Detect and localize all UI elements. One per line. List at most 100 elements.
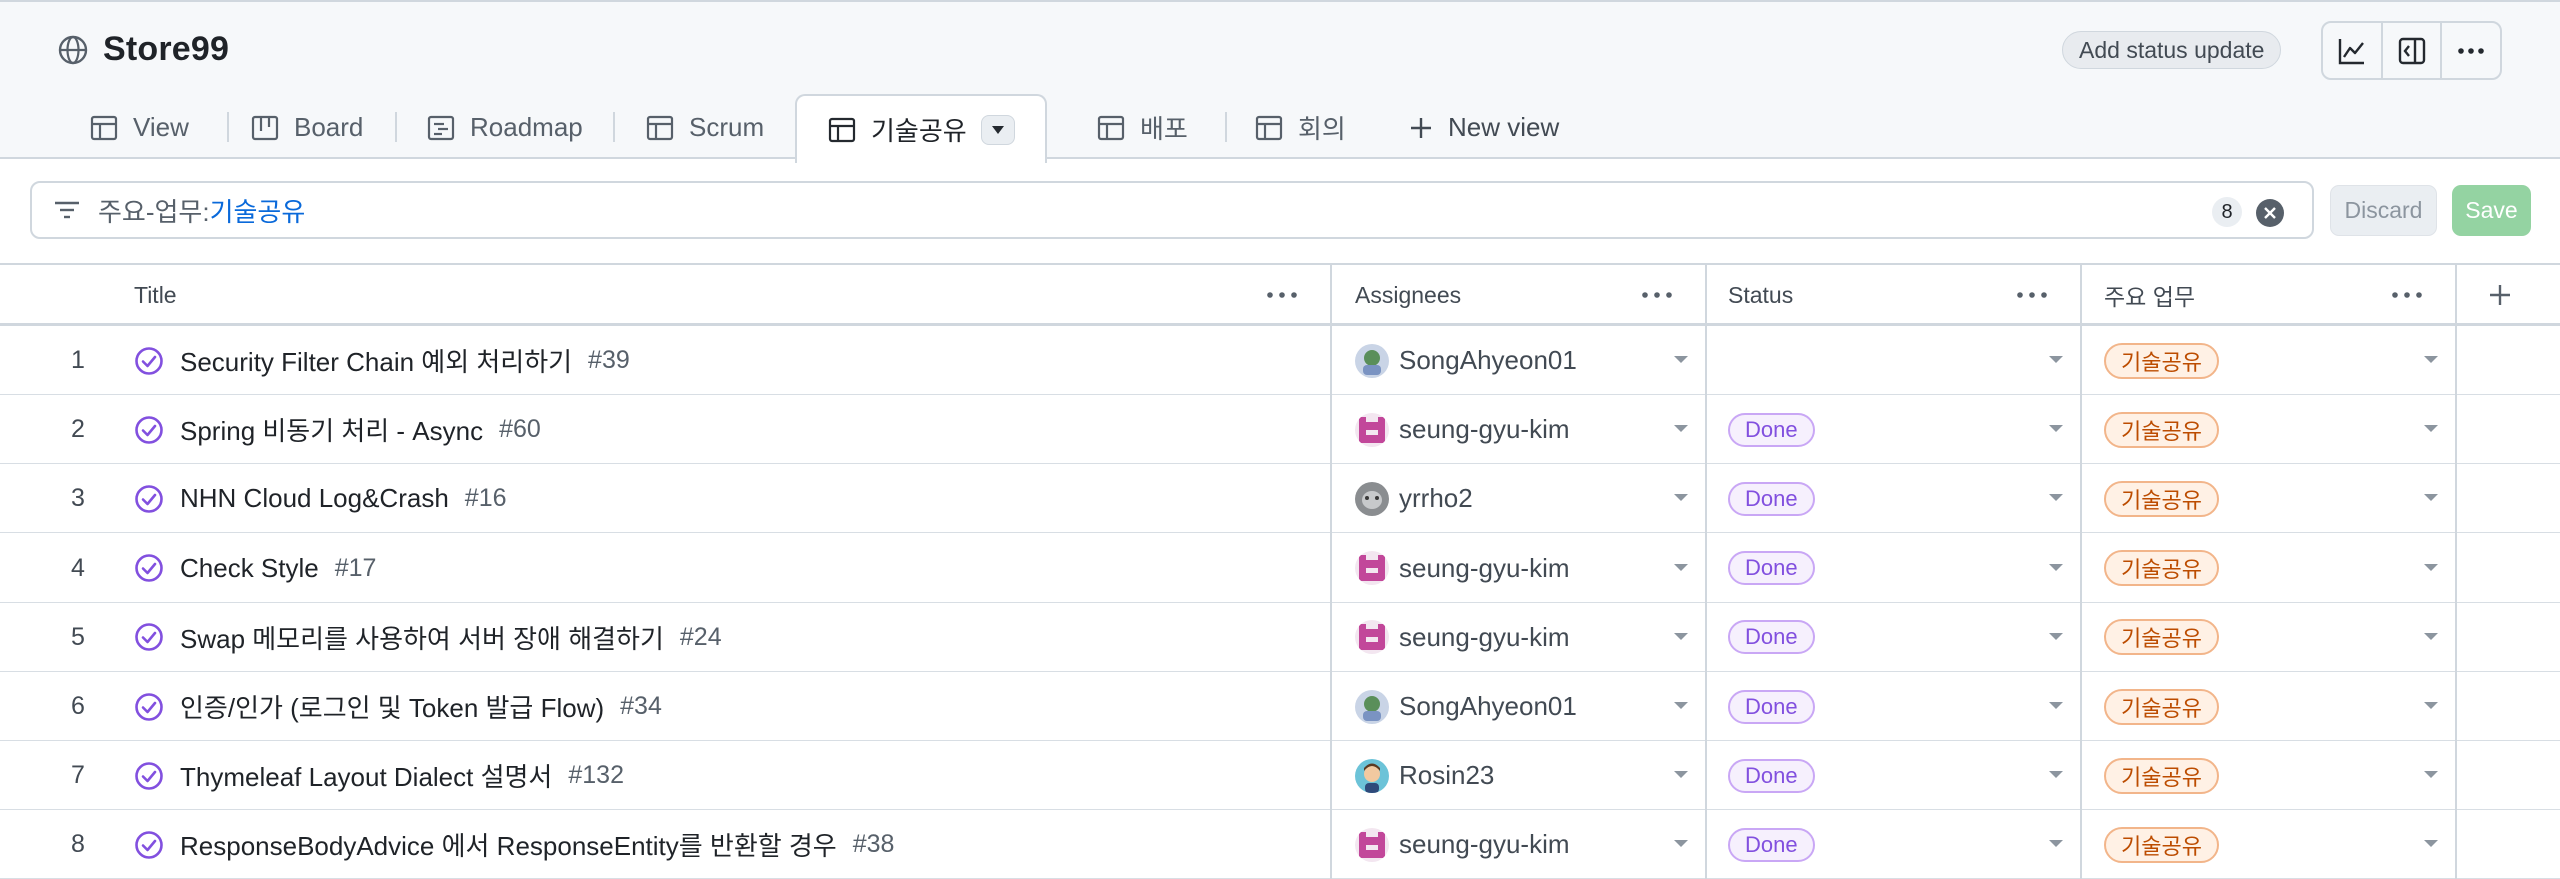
table-row[interactable]: 1 Security Filter Chain 예외 처리하기 #39 Song… bbox=[0, 326, 2560, 395]
project-title[interactable]: Store99 bbox=[103, 30, 229, 69]
main-work-cell[interactable]: 기술공유 bbox=[2104, 741, 2219, 810]
assignee-dropdown-icon[interactable] bbox=[1674, 702, 1688, 709]
issue-title[interactable]: NHN Cloud Log&Crash bbox=[180, 483, 449, 514]
main-work-dropdown-icon[interactable] bbox=[2424, 702, 2438, 709]
issue-title[interactable]: Security Filter Chain 예외 처리하기 bbox=[180, 342, 572, 379]
main-work-cell[interactable]: 기술공유 bbox=[2104, 464, 2219, 533]
main-work-dropdown-icon[interactable] bbox=[2424, 563, 2438, 571]
column-menu-status[interactable] bbox=[2015, 265, 2049, 325]
main-work-dropdown-icon[interactable] bbox=[2424, 632, 2438, 640]
status-dropdown-icon[interactable] bbox=[2049, 494, 2063, 502]
column-menu-assignees[interactable] bbox=[1640, 265, 1674, 325]
status-dropdown-icon[interactable] bbox=[2049, 356, 2063, 363]
main-work-cell[interactable]: 기술공유 bbox=[2104, 672, 2219, 741]
clear-filter-button[interactable] bbox=[2256, 199, 2284, 227]
assignee-dropdown-icon[interactable] bbox=[1674, 563, 1688, 571]
tab-meeting[interactable]: 회의 bbox=[1254, 94, 1346, 161]
table-row[interactable]: 5 Swap 메모리를 사용하여 서버 장애 해결하기 #24 seung-gy… bbox=[0, 603, 2560, 672]
column-header-main-work[interactable]: 주요 업무 bbox=[2104, 265, 2195, 325]
issue-title[interactable]: Swap 메모리를 사용하여 서버 장애 해결하기 bbox=[180, 619, 664, 656]
tab-deploy[interactable]: 배포 bbox=[1096, 94, 1188, 161]
status-cell[interactable]: Done bbox=[1728, 464, 1815, 533]
issue-title[interactable]: ResponseBodyAdvice 에서 ResponseEntity를 반환… bbox=[180, 826, 837, 863]
title-cell[interactable]: Swap 메모리를 사용하여 서버 장애 해결하기 #24 bbox=[134, 603, 722, 672]
title-cell[interactable]: Thymeleaf Layout Dialect 설명서 #132 bbox=[134, 741, 624, 810]
avatar bbox=[1355, 412, 1389, 447]
assignee-dropdown-icon[interactable] bbox=[1674, 840, 1688, 848]
assignee-cell[interactable]: seung-gyu-kim bbox=[1355, 395, 1570, 464]
title-cell[interactable]: Security Filter Chain 예외 처리하기 #39 bbox=[134, 326, 630, 395]
assignee-dropdown-icon[interactable] bbox=[1674, 771, 1688, 779]
tab-board[interactable]: Board bbox=[250, 94, 363, 161]
assignee-dropdown-icon[interactable] bbox=[1674, 425, 1688, 433]
add-status-update-button[interactable]: Add status update bbox=[2062, 31, 2282, 69]
assignee-cell[interactable]: SongAhyeon01 bbox=[1355, 326, 1577, 395]
table-row[interactable]: 6 인증/인가 (로그인 및 Token 발급 Flow) #34 SongAh… bbox=[0, 672, 2560, 741]
status-cell[interactable]: Done bbox=[1728, 741, 1815, 810]
assignee-cell[interactable]: seung-gyu-kim bbox=[1355, 810, 1570, 879]
issue-title[interactable]: Spring 비동기 처리 - Async bbox=[180, 411, 483, 448]
assignee-dropdown-icon[interactable] bbox=[1674, 494, 1688, 502]
add-field-button[interactable] bbox=[2487, 265, 2513, 325]
assignee-cell[interactable]: seung-gyu-kim bbox=[1355, 603, 1570, 672]
filter-input[interactable]: 주요-업무:기술공유 8 bbox=[30, 181, 2314, 239]
status-dropdown-icon[interactable] bbox=[2049, 632, 2063, 640]
insights-button[interactable] bbox=[2323, 23, 2383, 78]
status-dropdown-icon[interactable] bbox=[2049, 702, 2063, 709]
title-cell[interactable]: 인증/인가 (로그인 및 Token 발급 Flow) #34 bbox=[134, 672, 662, 741]
issue-title[interactable]: 인증/인가 (로그인 및 Token 발급 Flow) bbox=[180, 688, 604, 725]
toggle-sidebar-button[interactable] bbox=[2383, 23, 2443, 78]
table-row[interactable]: 3 NHN Cloud Log&Crash #16 yrrho2 Done 기술… bbox=[0, 464, 2560, 534]
main-work-dropdown-icon[interactable] bbox=[2424, 425, 2438, 433]
tab-scrum[interactable]: Scrum bbox=[645, 94, 764, 161]
main-work-cell[interactable]: 기술공유 bbox=[2104, 810, 2219, 879]
title-cell[interactable]: Check Style #17 bbox=[134, 534, 376, 603]
status-cell[interactable]: Done bbox=[1728, 534, 1815, 603]
title-cell[interactable]: NHN Cloud Log&Crash #16 bbox=[134, 464, 507, 533]
main-work-cell[interactable]: 기술공유 bbox=[2104, 395, 2219, 464]
main-work-dropdown-icon[interactable] bbox=[2424, 494, 2438, 502]
table-row[interactable]: 4 Check Style #17 seung-gyu-kim Done 기술공… bbox=[0, 534, 2560, 603]
column-menu-main-work[interactable] bbox=[2390, 265, 2424, 325]
title-cell[interactable]: ResponseBodyAdvice 에서 ResponseEntity를 반환… bbox=[134, 810, 894, 879]
column-header-status[interactable]: Status bbox=[1728, 265, 1793, 325]
assignee-dropdown-icon[interactable] bbox=[1674, 356, 1688, 363]
main-work-cell[interactable]: 기술공유 bbox=[2104, 326, 2219, 395]
title-cell[interactable]: Spring 비동기 처리 - Async #60 bbox=[134, 395, 541, 464]
status-cell[interactable]: Done bbox=[1728, 672, 1815, 741]
status-dropdown-icon[interactable] bbox=[2049, 771, 2063, 779]
main-work-dropdown-icon[interactable] bbox=[2424, 840, 2438, 848]
tab-tech-share[interactable]: 기술공유 bbox=[795, 94, 1047, 163]
discard-button[interactable]: Discard bbox=[2330, 185, 2437, 236]
column-header-assignees[interactable]: Assignees bbox=[1355, 265, 1461, 325]
column-menu-title[interactable] bbox=[1265, 265, 1299, 325]
assignee-dropdown-icon[interactable] bbox=[1674, 632, 1688, 640]
new-view-button[interactable]: New view bbox=[1408, 94, 1559, 161]
column-header-title[interactable]: Title bbox=[134, 265, 177, 325]
status-cell[interactable]: Done bbox=[1728, 603, 1815, 672]
save-button[interactable]: Save bbox=[2452, 185, 2531, 236]
status-cell[interactable]: Done bbox=[1728, 395, 1815, 464]
table-row[interactable]: 2 Spring 비동기 처리 - Async #60 seung-gyu-ki… bbox=[0, 395, 2560, 465]
assignee-cell[interactable]: yrrho2 bbox=[1355, 464, 1473, 533]
assignee-cell[interactable]: Rosin23 bbox=[1355, 741, 1494, 810]
assignee-cell[interactable]: SongAhyeon01 bbox=[1355, 672, 1577, 741]
assignee-cell[interactable]: seung-gyu-kim bbox=[1355, 534, 1570, 603]
more-options-button[interactable] bbox=[2442, 23, 2500, 78]
table-row[interactable]: 7 Thymeleaf Layout Dialect 설명서 #132 Rosi… bbox=[0, 741, 2560, 811]
status-dropdown-icon[interactable] bbox=[2049, 425, 2063, 433]
main-work-dropdown-icon[interactable] bbox=[2424, 771, 2438, 779]
issue-title[interactable]: Check Style bbox=[180, 553, 319, 584]
tab-options-dropdown[interactable] bbox=[980, 114, 1015, 145]
table-row[interactable]: 8 ResponseBodyAdvice 에서 ResponseEntity를 … bbox=[0, 810, 2560, 879]
tab-roadmap[interactable]: Roadmap bbox=[426, 94, 583, 161]
main-work-dropdown-icon[interactable] bbox=[2424, 356, 2438, 363]
main-work-cell[interactable]: 기술공유 bbox=[2104, 603, 2219, 672]
column-title-label: Title bbox=[134, 281, 177, 308]
issue-title[interactable]: Thymeleaf Layout Dialect 설명서 bbox=[180, 757, 552, 794]
main-work-cell[interactable]: 기술공유 bbox=[2104, 534, 2219, 603]
tab-view[interactable]: View bbox=[89, 94, 189, 161]
status-dropdown-icon[interactable] bbox=[2049, 840, 2063, 848]
status-cell[interactable]: Done bbox=[1728, 810, 1815, 879]
status-dropdown-icon[interactable] bbox=[2049, 563, 2063, 571]
